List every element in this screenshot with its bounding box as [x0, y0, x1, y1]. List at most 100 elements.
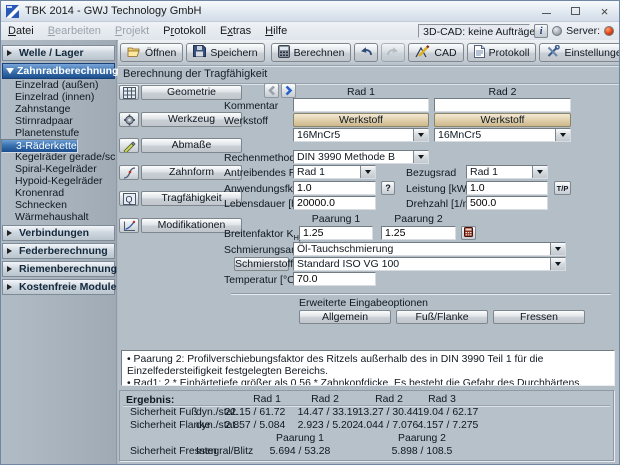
werkstoff-rad1-button[interactable]: Werkstoff: [293, 113, 429, 127]
pair-header: Paarung 2: [377, 433, 467, 444]
schmierungsart-select[interactable]: Öl-Tauchschmierung: [293, 242, 566, 256]
result-cell: 14.47 / 33.19: [297, 407, 359, 418]
temperatur-input[interactable]: [293, 272, 376, 286]
cad-button[interactable]: CAD: [408, 43, 463, 62]
expander-collapsed-icon: [7, 266, 15, 272]
sidebar-item-spiral-kegelraeder[interactable]: Spiral-Kegelräder: [1, 163, 116, 175]
menu-item-hilfe[interactable]: Hilfe: [258, 25, 294, 37]
result-row-sub: Integral/Blitz: [196, 446, 253, 457]
anwendungsfaktor-input[interactable]: [293, 181, 376, 195]
kommentar-rad2-input[interactable]: [434, 98, 571, 112]
warning-box: • Paarung 2: Profilverschiebungsfaktor d…: [121, 350, 615, 386]
antreibendes-rad-select[interactable]: Rad 1: [293, 165, 376, 179]
save-button[interactable]: Speichern: [186, 43, 264, 62]
modifikationen-icon[interactable]: [119, 218, 139, 233]
dropdown-arrow-icon[interactable]: [413, 129, 428, 141]
sidebar-item-planetenstufe[interactable]: Planetenstufe: [1, 127, 116, 139]
save-icon: [193, 45, 206, 60]
sidebar-item-zahnstange[interactable]: Zahnstange: [1, 103, 116, 115]
open-button[interactable]: Öffnen: [120, 43, 183, 62]
info-button[interactable]: i: [534, 24, 548, 38]
sidebar-section-riemenberechnung[interactable]: Riemenberechnung: [2, 261, 115, 277]
menu-item-extras[interactable]: Extras: [213, 25, 258, 37]
result-cell: 5.898 / 108.5: [377, 446, 467, 457]
protocol-button[interactable]: Protokoll: [467, 43, 537, 62]
maximize-button[interactable]: [561, 1, 590, 21]
svg-text:Q: Q: [125, 194, 132, 204]
dropdown-arrow-icon[interactable]: [532, 166, 547, 178]
open-folder-icon: [127, 45, 141, 60]
calculator-icon: [464, 227, 473, 237]
leistung-label: Leistung [kW]: [406, 183, 470, 195]
schmierstoff-button[interactable]: Schmierstoff: [234, 257, 289, 271]
settings-button[interactable]: Einstellungen: [539, 43, 620, 62]
kommentar-label: Kommentar: [224, 100, 278, 112]
fuss-flanke-button[interactable]: Fuß/Flanke: [396, 310, 488, 324]
minimize-button[interactable]: [532, 1, 561, 21]
calculate-button[interactable]: Berechnen: [271, 43, 352, 62]
main-panel: Öffnen Speichern Berechnen CAD Protokoll…: [118, 40, 619, 464]
geometrie-button[interactable]: Geometrie: [141, 85, 242, 100]
sidebar-item-schnecken[interactable]: Schnecken: [1, 199, 116, 211]
lebensdauer-input[interactable]: [293, 196, 376, 210]
rechenmethode-select[interactable]: DIN 3990 Methode B: [293, 150, 429, 164]
bezugsrad-select[interactable]: Rad 1: [466, 165, 548, 179]
sidebar-section-verbindungen[interactable]: Verbindungen: [2, 225, 115, 241]
schmierstoff-select[interactable]: Standard ISO VG 100: [293, 257, 566, 271]
geometrie-icon[interactable]: [119, 85, 139, 100]
werkstoff-rad1-select[interactable]: 16MnCr5: [293, 128, 429, 142]
fressen-button[interactable]: Fressen: [493, 310, 585, 324]
sidebar-section-zahnradberechnung[interactable]: Zahnradberechnung: [2, 63, 115, 79]
paarung2-header: Paarung 2: [381, 213, 456, 225]
sidebar-item-kronenrad[interactable]: Kronenrad: [1, 187, 116, 199]
kommentar-rad1-input[interactable]: [293, 98, 429, 112]
cad-status-led-icon: [552, 26, 562, 36]
dropdown-arrow-icon[interactable]: [555, 129, 570, 141]
ka-help-button[interactable]: ?: [381, 181, 395, 195]
leistung-toggle-button[interactable]: T/P: [554, 181, 571, 195]
allgemein-button[interactable]: Allgemein: [299, 310, 391, 324]
werkzeug-icon[interactable]: [119, 112, 139, 127]
sidebar-item-einzelrad-aussen[interactable]: Einzelrad (außen): [1, 79, 116, 91]
results-panel: Ergebnis: Rad 1 Rad 2 Rad 2 Rad 3 Sicher…: [119, 390, 614, 461]
dropdown-arrow-icon[interactable]: [413, 151, 428, 163]
server-status-led-icon: [604, 26, 614, 36]
window-title: TBK 2014 - GWJ Technology GmbH: [25, 5, 201, 17]
sidebar-item-3-raederkette[interactable]: 3-Räderkette: [1, 139, 78, 153]
menu-bar: Datei Bearbeiten Projekt Protokoll Extra…: [1, 22, 619, 41]
breitenfaktor-p2-input[interactable]: [381, 226, 456, 240]
close-button[interactable]: ×: [590, 1, 619, 21]
menu-item-datei[interactable]: Datei: [1, 25, 41, 37]
sidebar: Welle / Lager Zahnradberechnung Einzelra…: [1, 40, 117, 464]
abmasse-button[interactable]: Abmaße: [141, 138, 242, 153]
breitenfaktor-calc-button[interactable]: [461, 226, 476, 240]
drehzahl-input[interactable]: [466, 196, 548, 210]
dropdown-arrow-icon[interactable]: [550, 258, 565, 270]
sidebar-item-stirnradpaar[interactable]: Stirnradpaar: [1, 115, 116, 127]
separator: [231, 293, 611, 295]
sidebar-section-welle-lager[interactable]: Welle / Lager: [2, 45, 115, 61]
sidebar-section-kostenfreie-module[interactable]: Kostenfreie Module: [2, 279, 115, 295]
menu-item-protokoll[interactable]: Protokoll: [156, 25, 213, 37]
sidebar-item-hypoid-kegelraeder[interactable]: Hypoid-Kegelräder: [1, 175, 116, 187]
werkstoff-rad2-select[interactable]: 16MnCr5: [434, 128, 571, 142]
breitenfaktor-p1-input[interactable]: [299, 226, 373, 240]
abmasse-icon[interactable]: [119, 138, 139, 153]
calculator-icon: [278, 45, 290, 61]
werkstoff-rad2-button[interactable]: Werkstoff: [434, 113, 571, 127]
result-row-label: Sicherheit Fuß: [130, 407, 198, 418]
title-bar: TBK 2014 - GWJ Technology GmbH ×: [1, 1, 619, 22]
minimize-icon: [542, 8, 551, 14]
sidebar-section-federberechnung[interactable]: Federberechnung: [2, 243, 115, 259]
zahnform-icon[interactable]: [119, 165, 139, 180]
dropdown-arrow-icon[interactable]: [360, 166, 375, 178]
result-cell: 4.157 / 7.275: [417, 420, 479, 431]
dropdown-arrow-icon[interactable]: [550, 243, 565, 255]
paarung1-header: Paarung 1: [299, 213, 373, 225]
leistung-input[interactable]: [466, 181, 548, 195]
prev-page-button[interactable]: [264, 83, 279, 98]
tragfaehigkeit-icon[interactable]: Q: [119, 191, 139, 206]
undo-button[interactable]: [354, 43, 378, 62]
sidebar-item-einzelrad-innen[interactable]: Einzelrad (innen): [1, 91, 116, 103]
sidebar-item-waermehaushalt[interactable]: Wärmehaushalt: [1, 211, 116, 223]
